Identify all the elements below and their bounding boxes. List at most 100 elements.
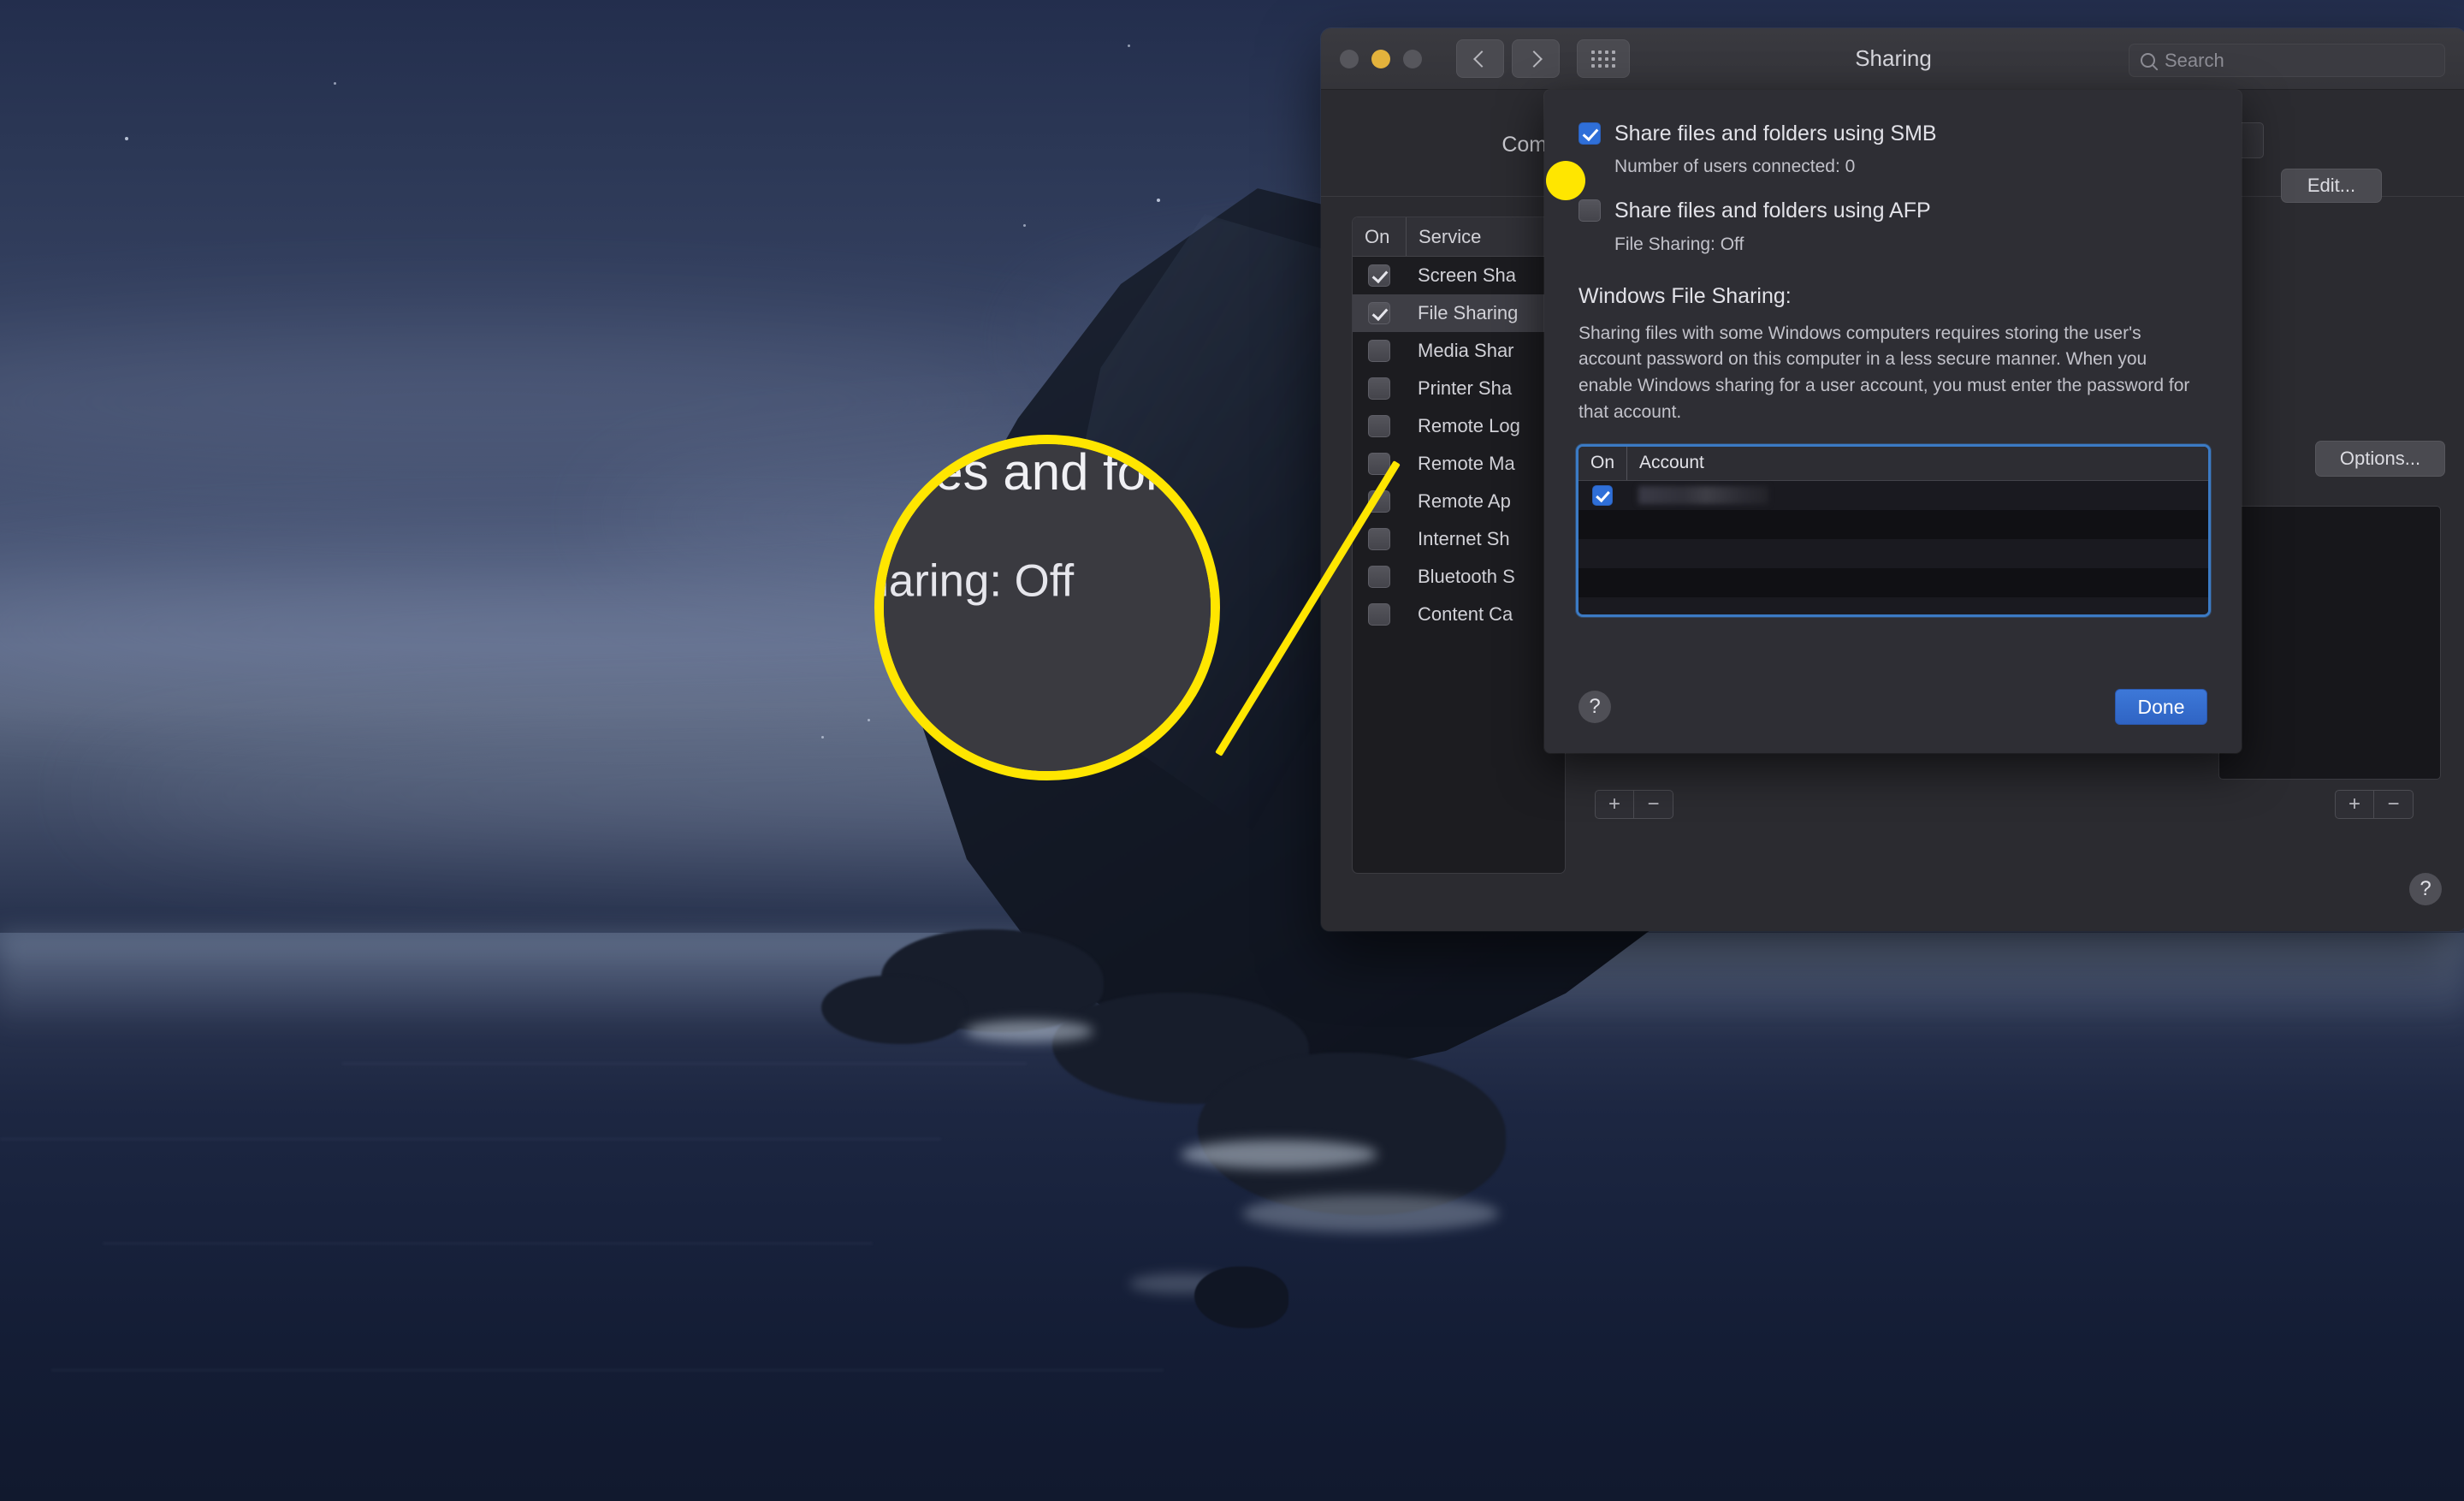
account-row[interactable]	[1578, 538, 2208, 568]
search-icon	[2141, 53, 2155, 68]
account-checkbox-cell[interactable]	[1578, 484, 1626, 506]
minimize-button[interactable]	[1371, 49, 1390, 68]
service-label: Content Ca	[1418, 603, 1513, 625]
sea-foam	[1181, 1140, 1377, 1169]
account-checkbox[interactable]	[1592, 484, 1613, 506]
sea-ripple	[342, 1063, 1027, 1065]
service-checkbox-cell[interactable]	[1353, 490, 1406, 513]
service-checkbox-cell[interactable]	[1353, 528, 1406, 550]
sheet-help-button[interactable]: ?	[1578, 691, 1611, 723]
account-row[interactable]	[1578, 480, 2208, 510]
options-button[interactable]: Options...	[2315, 441, 2445, 477]
service-checkbox-cell[interactable]	[1353, 264, 1406, 287]
afp-option-row[interactable]: Share files and folders using AFP	[1578, 199, 2207, 222]
account-table-header: On Account	[1578, 446, 2208, 481]
service-checkbox-cell[interactable]	[1353, 340, 1406, 362]
account-table[interactable]: On Account	[1578, 446, 2208, 614]
service-row[interactable]: Remote Ap	[1353, 483, 1565, 520]
service-row[interactable]: File Sharing	[1353, 294, 1565, 332]
back-button[interactable]	[1456, 39, 1504, 78]
remove-folder-button[interactable]: −	[1634, 790, 1673, 819]
service-label: File Sharing	[1418, 302, 1519, 323]
service-checkbox[interactable]	[1368, 415, 1390, 437]
star	[1023, 224, 1026, 227]
back-icon	[1473, 50, 1490, 68]
service-row[interactable]: Remote Ma	[1353, 445, 1565, 483]
star	[334, 82, 336, 85]
search-field[interactable]: Search	[2129, 44, 2445, 77]
service-label: Internet Sh	[1418, 528, 1510, 549]
services-column-service: Service	[1406, 217, 1481, 256]
service-row[interactable]: Content Ca	[1353, 596, 1565, 633]
services-list[interactable]: On Service Screen Sha File Sharing Media S…	[1352, 217, 1566, 874]
edit-button[interactable]: Edit...	[2281, 169, 2382, 203]
afp-label: Share files and folders using AFP	[1614, 199, 1931, 223]
service-row[interactable]: Internet Sh	[1353, 520, 1565, 558]
navigation-buttons	[1456, 39, 1560, 78]
service-checkbox[interactable]	[1368, 340, 1390, 362]
star	[868, 719, 870, 721]
service-checkbox-cell[interactable]	[1353, 415, 1406, 437]
service-row[interactable]: Remote Log	[1353, 407, 1565, 445]
show-all-icon	[1591, 50, 1615, 68]
service-checkbox[interactable]	[1368, 528, 1390, 550]
service-checkbox[interactable]	[1368, 302, 1390, 324]
service-checkbox-cell[interactable]	[1353, 566, 1406, 588]
account-row[interactable]	[1578, 596, 2208, 614]
service-row[interactable]: Printer Sha	[1353, 370, 1565, 407]
windows-file-sharing-title: Windows File Sharing:	[1578, 283, 1792, 308]
window-help-button[interactable]: ?	[2409, 873, 2442, 905]
afp-checkbox[interactable]	[1578, 199, 1601, 222]
remove-user-button[interactable]: −	[2374, 790, 2414, 819]
sea-ripple	[103, 1243, 873, 1244]
smb-option-row[interactable]: Share files and folders using SMB	[1578, 122, 2207, 145]
windows-file-sharing-body: Sharing files with some Windows computer…	[1578, 323, 2190, 423]
service-row[interactable]: Bluetooth S	[1353, 558, 1565, 596]
users-connected-text: Number of users connected: 0	[1614, 157, 1856, 177]
sheet-content: Share files and folders using SMB Number…	[1544, 90, 2242, 614]
service-checkbox[interactable]	[1368, 453, 1390, 475]
account-column-on: On	[1590, 453, 1615, 473]
star	[1128, 44, 1130, 47]
zoom-button[interactable]	[1403, 49, 1422, 68]
add-user-button[interactable]: +	[2335, 790, 2374, 819]
service-checkbox[interactable]	[1368, 490, 1390, 513]
users-list-panel[interactable]	[2218, 506, 2441, 780]
account-rows	[1578, 480, 2208, 614]
service-label: Bluetooth S	[1418, 566, 1515, 587]
forward-icon	[1525, 50, 1543, 68]
sea-ripple	[0, 1138, 941, 1140]
services-rows: Screen Sha File Sharing Media Shar Printer …	[1353, 257, 1565, 633]
service-checkbox[interactable]	[1368, 377, 1390, 400]
service-checkbox-cell[interactable]	[1353, 302, 1406, 324]
users-add-remove: + −	[2335, 790, 2414, 819]
services-header: On Service	[1353, 217, 1565, 257]
done-button[interactable]: Done	[2115, 689, 2207, 725]
service-checkbox-cell[interactable]	[1353, 603, 1406, 626]
service-checkbox-cell[interactable]	[1353, 453, 1406, 475]
forward-button[interactable]	[1512, 39, 1560, 78]
show-all-button[interactable]	[1577, 39, 1630, 78]
service-checkbox[interactable]	[1368, 603, 1390, 626]
service-label: Remote Ap	[1418, 490, 1511, 512]
sea-foam	[965, 1020, 1093, 1042]
services-column-on: On	[1365, 225, 1390, 247]
service-row[interactable]: Media Shar	[1353, 332, 1565, 370]
service-label: Media Shar	[1418, 340, 1514, 361]
service-checkbox[interactable]	[1368, 264, 1390, 287]
file-sharing-status-text: File Sharing: Off	[1614, 234, 1744, 254]
file-sharing-options-sheet: Share files and folders using SMB Number…	[1544, 90, 2242, 753]
account-row[interactable]	[1578, 567, 2208, 597]
account-row[interactable]	[1578, 509, 2208, 539]
add-folder-button[interactable]: +	[1595, 790, 1634, 819]
service-label: Remote Log	[1418, 415, 1520, 436]
service-label: Printer Sha	[1418, 377, 1513, 399]
account-column-account: Account	[1626, 446, 1704, 480]
smb-checkbox[interactable]	[1578, 122, 1601, 145]
service-checkbox-cell[interactable]	[1353, 377, 1406, 400]
shared-folders-add-remove: + −	[1595, 790, 1673, 819]
service-label: Screen Sha	[1418, 264, 1516, 286]
service-checkbox[interactable]	[1368, 566, 1390, 588]
close-button[interactable]	[1340, 49, 1359, 68]
service-row[interactable]: Screen Sha	[1353, 257, 1565, 294]
